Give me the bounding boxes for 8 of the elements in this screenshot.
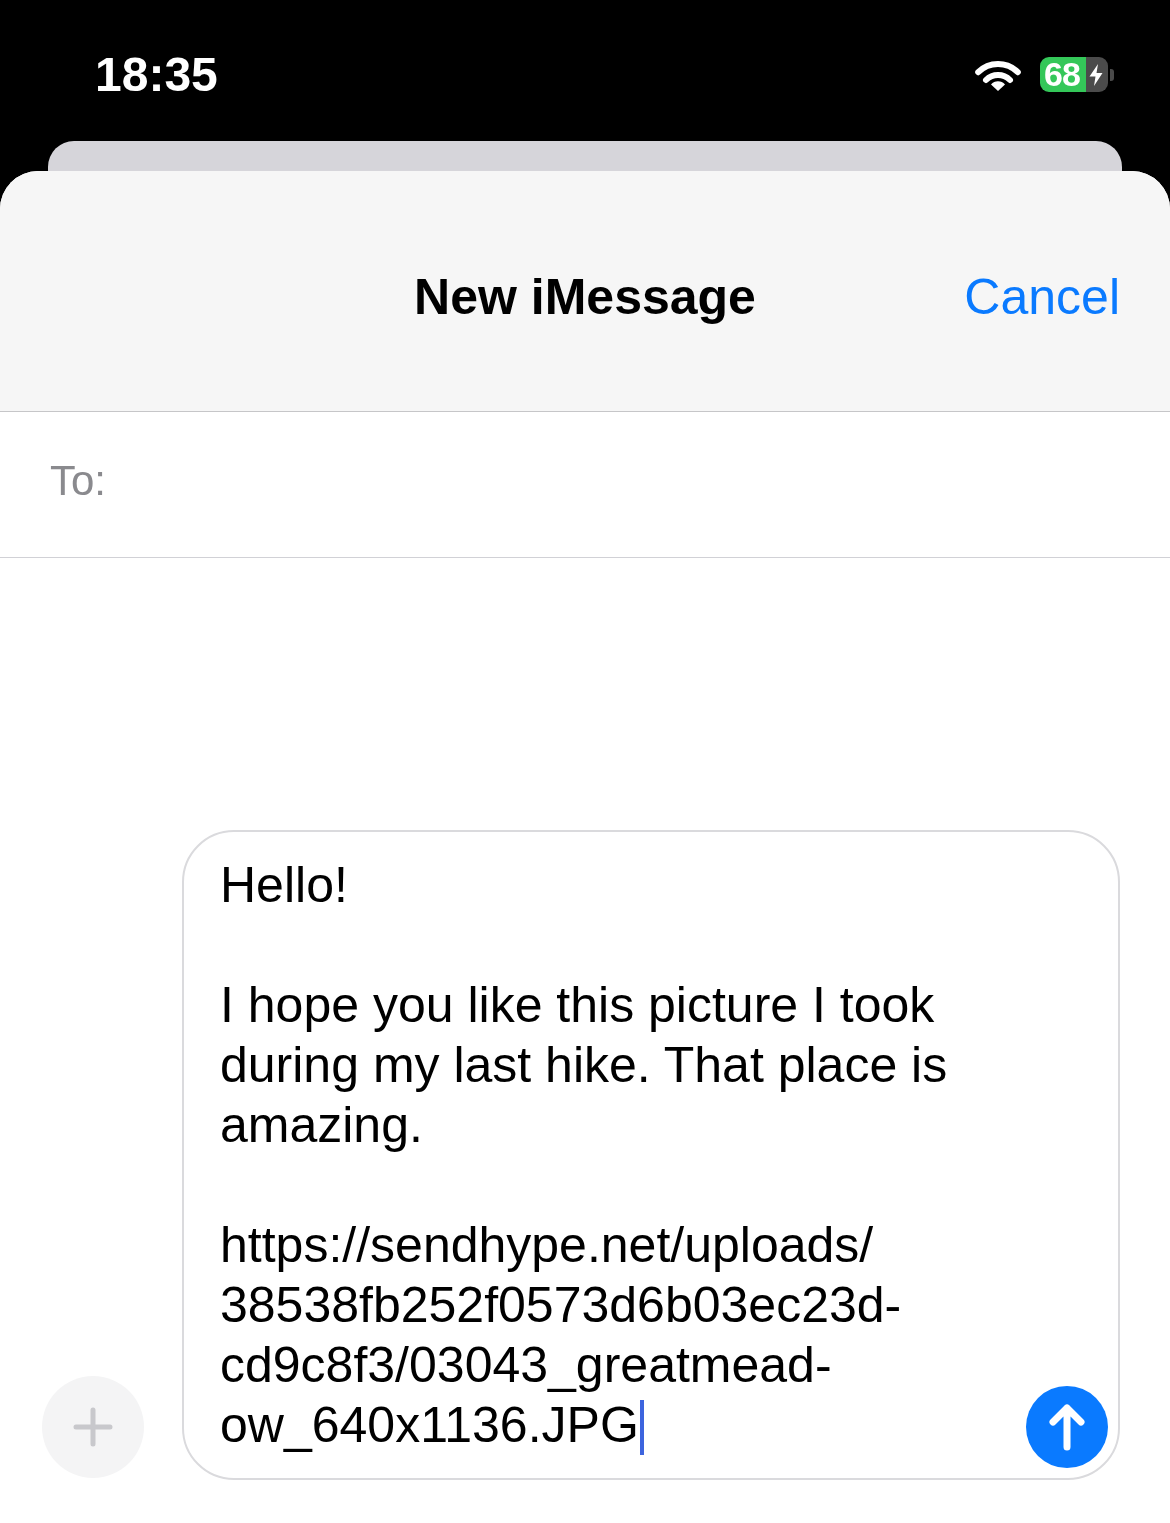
status-time: 18:35 <box>95 47 218 102</box>
to-label: To: <box>50 456 107 505</box>
message-field[interactable]: Hello! I hope you like this picture I took during my last hike. That place is amazing. https://sendhype.net/uploads/ 38538fb252f0573d6b03ec23d- cd9c8f3/03043_greatmead- ow_640x1136.JPG <box>182 830 1120 1480</box>
arrow-up-icon <box>1047 1403 1087 1451</box>
battery-percentage: 68 <box>1044 57 1080 92</box>
sheet-title: New iMessage <box>414 268 756 326</box>
cancel-button[interactable]: Cancel <box>964 268 1120 326</box>
plus-icon <box>73 1407 113 1447</box>
